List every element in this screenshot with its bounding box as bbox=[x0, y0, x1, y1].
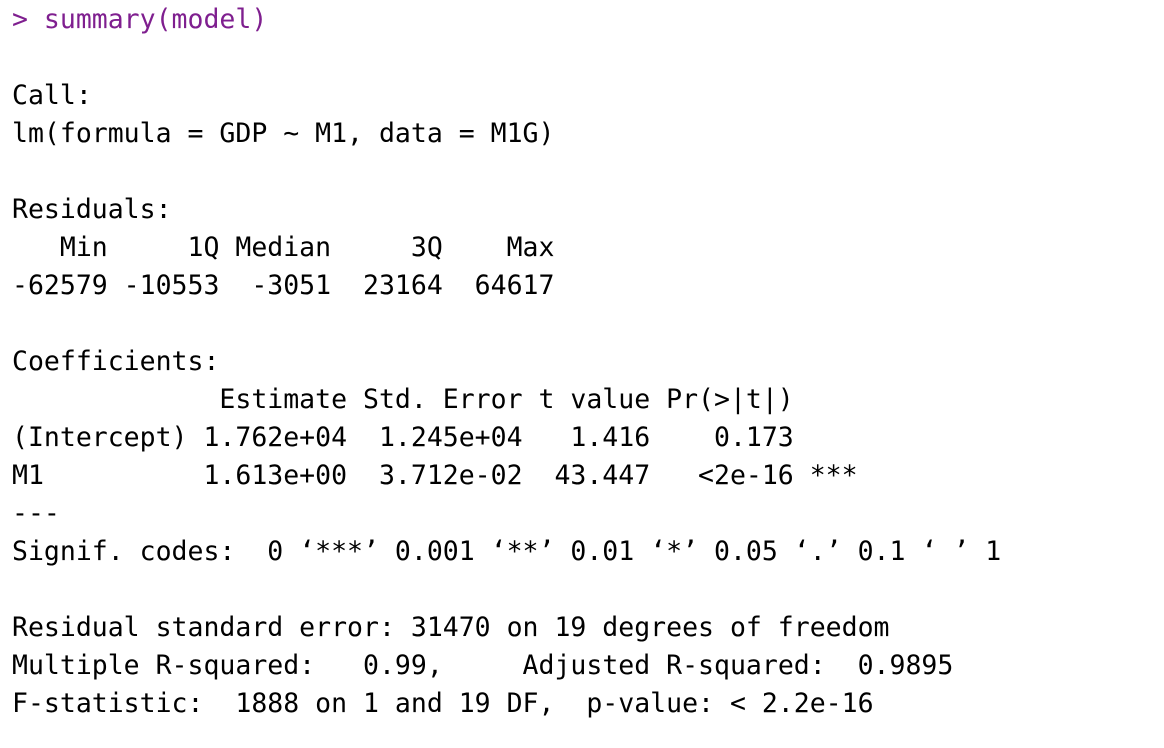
residual-standard-error-line: Residual standard error: 31470 on 19 deg… bbox=[12, 612, 890, 643]
residuals-values-row: -62579 -10553 -3051 23164 64617 bbox=[12, 270, 555, 301]
coefficients-m1-row: M1 1.613e+00 3.712e-02 43.447 <2e-16 *** bbox=[12, 460, 858, 491]
f-statistic-line: F-statistic: 1888 on 1 and 19 DF, p-valu… bbox=[12, 688, 874, 719]
signif-codes-line: Signif. codes: 0 ‘***’ 0.001 ‘**’ 0.01 ‘… bbox=[12, 536, 1002, 567]
residuals-heading: Residuals: bbox=[12, 194, 172, 225]
residuals-header-row: Min 1Q Median 3Q Max bbox=[12, 232, 555, 263]
call-heading: Call: bbox=[12, 80, 92, 111]
r-squared-line: Multiple R-squared: 0.99, Adjusted R-squ… bbox=[12, 650, 954, 681]
coefficients-separator: --- bbox=[12, 498, 60, 529]
coefficients-intercept-row: (Intercept) 1.762e+04 1.245e+04 1.416 0.… bbox=[12, 422, 794, 453]
call-formula: lm(formula = GDP ~ M1, data = M1G) bbox=[12, 118, 555, 149]
console-command-line: > summary(model) bbox=[12, 4, 268, 35]
coefficients-header-row: Estimate Std. Error t value Pr(>|t|) bbox=[12, 384, 794, 415]
coefficients-heading: Coefficients: bbox=[12, 346, 220, 377]
r-console-output[interactable]: > summary(model) Call: lm(formula = GDP … bbox=[12, 1, 1001, 723]
